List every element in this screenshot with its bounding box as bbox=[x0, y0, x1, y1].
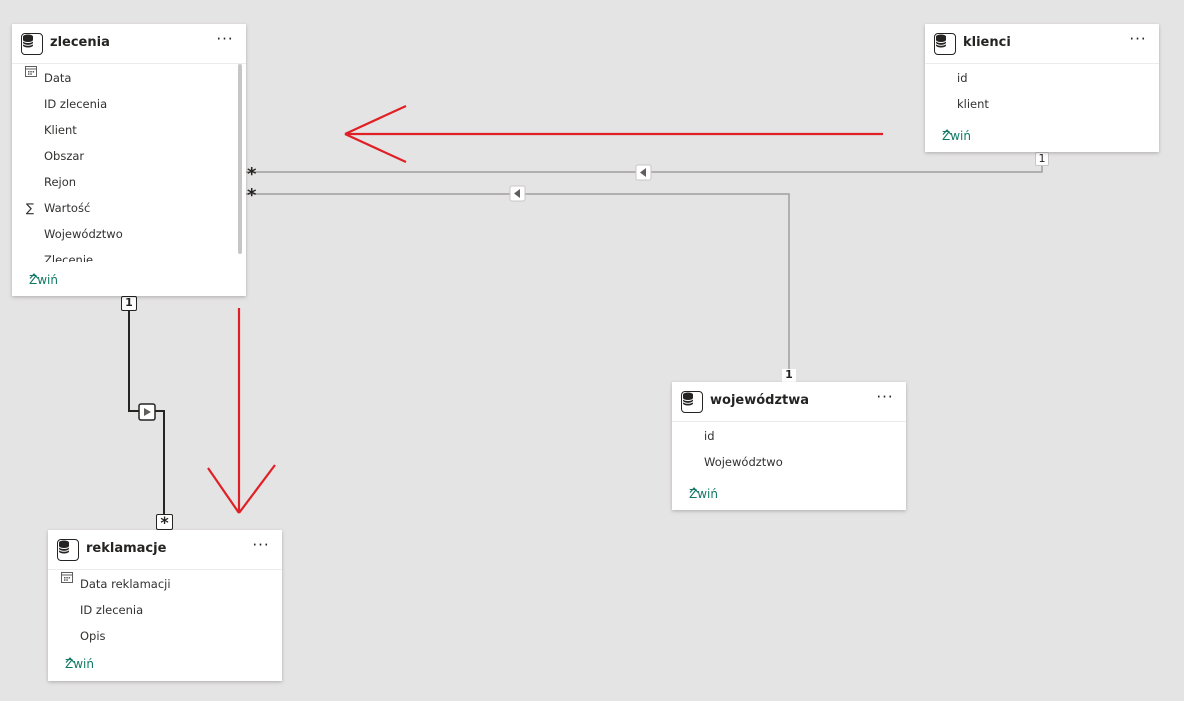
collapse-link[interactable]: Zwiń bbox=[65, 657, 97, 671]
table-card-klienci[interactable]: klienci ··· id klient Zwiń bbox=[925, 24, 1159, 152]
more-options-button[interactable]: ··· bbox=[1127, 32, 1149, 52]
field-label: Obszar bbox=[44, 149, 85, 163]
field-label: ID zlecenia bbox=[80, 603, 144, 617]
field-item[interactable]: Opis bbox=[48, 623, 282, 649]
cardinality-one-marker: 1 bbox=[1035, 152, 1049, 166]
collapse-link[interactable]: Zwiń bbox=[29, 273, 61, 287]
field-item[interactable]: Rejon bbox=[12, 169, 246, 195]
field-item[interactable]: Zlecenie bbox=[12, 247, 246, 262]
table-card-reklamacje[interactable]: reklamacje ··· Data reklamacji ID zlecen… bbox=[48, 530, 282, 681]
table-header[interactable]: reklamacje ··· bbox=[48, 530, 282, 570]
field-item[interactable]: Data reklamacji bbox=[48, 571, 282, 597]
calendar-icon bbox=[61, 571, 75, 597]
field-label: Data reklamacji bbox=[80, 577, 171, 591]
table-title: klienci bbox=[963, 35, 1011, 50]
cardinality-one-marker: 1 bbox=[121, 296, 137, 311]
collapse-link[interactable]: Zwiń bbox=[689, 487, 721, 501]
more-options-button[interactable]: ··· bbox=[250, 538, 272, 558]
table-icon bbox=[21, 33, 43, 55]
field-label: id bbox=[957, 71, 968, 85]
field-label: Województwo bbox=[704, 455, 783, 469]
filter-direction-right-icon bbox=[138, 403, 156, 421]
scrollbar[interactable] bbox=[238, 64, 242, 254]
table-card-zlecenia[interactable]: zlecenia ··· Data ID zlecenia Klient Obs… bbox=[12, 24, 246, 296]
field-item[interactable]: ID zlecenia bbox=[12, 91, 246, 117]
field-list: id klient bbox=[925, 65, 1159, 117]
table-title: województwa bbox=[710, 393, 810, 408]
field-label: Rejon bbox=[44, 175, 77, 189]
filter-direction-left-icon bbox=[635, 164, 652, 181]
field-list: id Województwo bbox=[672, 423, 906, 475]
field-item[interactable]: ID zlecenia bbox=[48, 597, 282, 623]
table-icon bbox=[934, 33, 956, 55]
annotation-arrow-down bbox=[207, 308, 276, 514]
model-canvas[interactable]: * * 1 1 1 * zlecenia ··· Data ID zleceni… bbox=[0, 0, 1184, 701]
table-icon bbox=[57, 539, 79, 561]
table-header[interactable]: zlecenia ··· bbox=[12, 24, 246, 64]
collapse-link[interactable]: Zwiń bbox=[942, 129, 974, 143]
table-card-wojewodztwa[interactable]: województwa ··· id Województwo Zwiń bbox=[672, 382, 906, 510]
field-item[interactable]: id bbox=[672, 423, 906, 449]
field-item[interactable]: klient bbox=[925, 91, 1159, 117]
field-label: Klient bbox=[44, 123, 77, 137]
cardinality-many-marker: * bbox=[247, 164, 257, 185]
table-header[interactable]: klienci ··· bbox=[925, 24, 1159, 64]
field-item[interactable]: Województwo bbox=[12, 221, 246, 247]
table-header[interactable]: województwa ··· bbox=[672, 382, 906, 422]
field-label: Województwo bbox=[44, 227, 123, 241]
field-item[interactable]: Data bbox=[12, 65, 246, 91]
more-options-button[interactable]: ··· bbox=[874, 390, 896, 410]
table-title: reklamacje bbox=[86, 541, 167, 556]
field-label: Data bbox=[44, 71, 72, 85]
field-label: Zlecenie bbox=[44, 253, 94, 262]
field-item[interactable]: Obszar bbox=[12, 143, 246, 169]
more-options-button[interactable]: ··· bbox=[214, 32, 236, 52]
table-icon bbox=[681, 391, 703, 413]
field-label: id bbox=[704, 429, 715, 443]
field-label: Opis bbox=[80, 629, 106, 643]
field-item[interactable]: ∑ Wartość bbox=[12, 195, 246, 221]
cardinality-one-marker: 1 bbox=[782, 369, 796, 382]
cardinality-many-marker: * bbox=[247, 185, 257, 206]
field-list: Data reklamacji ID zlecenia Opis bbox=[48, 571, 282, 649]
field-label: Wartość bbox=[44, 201, 91, 215]
field-label: klient bbox=[957, 97, 989, 111]
calendar-icon bbox=[25, 65, 39, 91]
filter-direction-left-icon bbox=[509, 185, 526, 202]
cardinality-many-marker: * bbox=[156, 514, 173, 531]
field-item[interactable]: id bbox=[925, 65, 1159, 91]
table-title: zlecenia bbox=[50, 35, 110, 50]
field-list: Data ID zlecenia Klient Obszar Rejon ∑ W… bbox=[12, 65, 246, 262]
sigma-icon: ∑ bbox=[26, 201, 35, 215]
relationship-line-zlecenia-wojewodztwa[interactable] bbox=[246, 193, 790, 370]
field-label: ID zlecenia bbox=[44, 97, 108, 111]
field-item[interactable]: Klient bbox=[12, 117, 246, 143]
field-item[interactable]: Województwo bbox=[672, 449, 906, 475]
annotation-arrow-left bbox=[344, 105, 883, 163]
